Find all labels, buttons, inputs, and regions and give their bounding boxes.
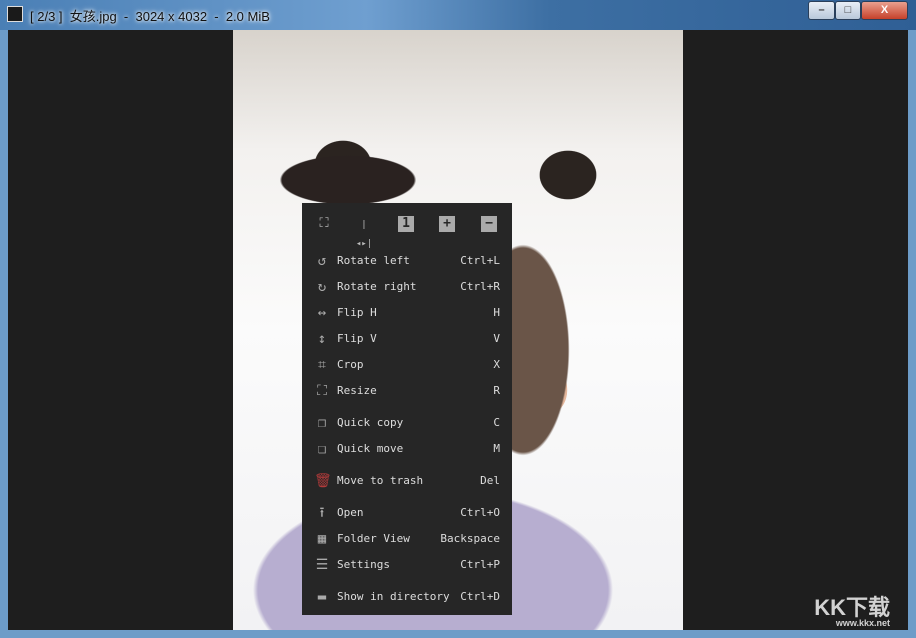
menu-item-shortcut: H: [493, 306, 500, 319]
settings-icon: ☰: [315, 557, 329, 573]
menu-item-shortcut: Ctrl+L: [460, 254, 500, 267]
menu-item-rotate-left[interactable]: ↺ Rotate left Ctrl+L: [302, 250, 512, 272]
menu-item-rotate-right[interactable]: ↻ Rotate right Ctrl+R: [302, 276, 512, 298]
close-button[interactable]: X: [861, 1, 908, 20]
rotate-left-icon: ↺: [317, 253, 327, 269]
fit-width-icon: |◂▸|: [355, 220, 373, 249]
context-menu: ⛶ |◂▸| 1 + − ↺ Rotate left Ctrl+L ↻ Rotate right…: [302, 203, 512, 615]
menu-item-label: Rotate right: [337, 280, 417, 293]
menu-item-label: Quick copy: [337, 416, 404, 429]
menu-item-shortcut: X: [493, 358, 500, 371]
menu-item-label: Folder View: [337, 532, 410, 545]
zoom-out-icon: −: [485, 216, 493, 231]
menu-item-label: Settings: [337, 558, 390, 571]
menu-toolbar: ⛶ |◂▸| 1 + −: [302, 215, 512, 249]
crop-icon: ⌗: [318, 357, 326, 373]
menu-item-flip-h[interactable]: ↔ Flip H H: [302, 302, 512, 324]
fit-window-button[interactable]: ⛶: [315, 215, 333, 233]
zoom-out-button[interactable]: −: [481, 216, 497, 232]
minimize-button[interactable]: –: [808, 1, 835, 20]
watermark-text: KK下载: [814, 595, 890, 620]
watermark-url: www.kkx.net: [835, 618, 890, 628]
menu-item-shortcut: R: [493, 384, 500, 397]
menu-item-crop[interactable]: ⌗ Crop X: [302, 354, 512, 376]
menu-item-label: Crop: [337, 358, 364, 371]
menu-item-shortcut: Ctrl+D: [460, 590, 500, 603]
zoom-in-icon: +: [443, 216, 451, 231]
flip-v-icon: ↕: [317, 331, 327, 347]
quick-copy-icon: ❐: [317, 415, 327, 431]
menu-item-settings[interactable]: ☰ Settings Ctrl+P: [302, 554, 512, 576]
menu-item-folder-view[interactable]: ▦ Folder View Backspace: [302, 528, 512, 550]
menu-item-shortcut: C: [493, 416, 500, 429]
menu-item-open[interactable]: ⭱ Open Ctrl+O: [302, 502, 512, 524]
title-bar[interactable]: qimgv [ 2/3 ] 女孩.jpg - 3024 x 4032 - 2.0…: [0, 0, 916, 30]
menu-item-flip-v[interactable]: ↕ Flip V V: [302, 328, 512, 350]
folder-icon: ▬: [317, 589, 327, 605]
menu-item-label: Flip V: [337, 332, 377, 345]
open-icon: ⭱: [319, 505, 325, 521]
menu-item-label: Quick move: [337, 442, 404, 455]
menu-item-label: Show in directory: [337, 590, 450, 603]
menu-item-shortcut: V: [493, 332, 500, 345]
menu-item-shortcut: Ctrl+P: [460, 558, 500, 571]
menu-item-shortcut: Backspace: [440, 532, 500, 545]
watermark: KK下载 www.kkx.net: [814, 597, 890, 628]
trash-icon: 🗑: [314, 473, 332, 489]
menu-item-label: Move to trash: [337, 474, 424, 487]
original-size-icon: 1: [402, 216, 410, 231]
menu-item-label: Rotate left: [337, 254, 410, 267]
menu-item-shortcut: Del: [480, 474, 500, 487]
flip-h-icon: ↔: [317, 305, 327, 321]
app-icon: qimgv: [7, 6, 23, 22]
original-size-button[interactable]: 1: [398, 216, 414, 232]
menu-item-resize[interactable]: ⛶ Resize R: [302, 380, 512, 402]
menu-item-quick-move[interactable]: ❏ Quick move M: [302, 438, 512, 460]
window-title: [ 2/3 ] 女孩.jpg - 3024 x 4032 - 2.0 MiB: [30, 9, 270, 24]
menu-item-show-in-directory[interactable]: ▬ Show in directory Ctrl+D: [302, 586, 512, 608]
rotate-right-icon: ↻: [317, 279, 327, 295]
menu-item-shortcut: Ctrl+O: [460, 506, 500, 519]
menu-item-label: Open: [337, 506, 364, 519]
menu-item-move-to-trash[interactable]: 🗑 Move to trash Del: [302, 470, 512, 492]
menu-item-shortcut: Ctrl+R: [460, 280, 500, 293]
menu-item-label: Resize: [337, 384, 377, 397]
maximize-button[interactable]: □: [835, 1, 861, 20]
resize-icon: ⛶: [317, 383, 327, 399]
menu-item-shortcut: M: [493, 442, 500, 455]
menu-item-label: Flip H: [337, 306, 377, 319]
folder-view-icon: ▦: [317, 531, 327, 547]
fit-window-icon: ⛶: [319, 216, 329, 231]
menu-item-quick-copy[interactable]: ❐ Quick copy C: [302, 412, 512, 434]
fit-width-button[interactable]: |◂▸|: [355, 215, 373, 249]
zoom-in-button[interactable]: +: [439, 216, 455, 232]
quick-move-icon: ❏: [317, 441, 327, 457]
